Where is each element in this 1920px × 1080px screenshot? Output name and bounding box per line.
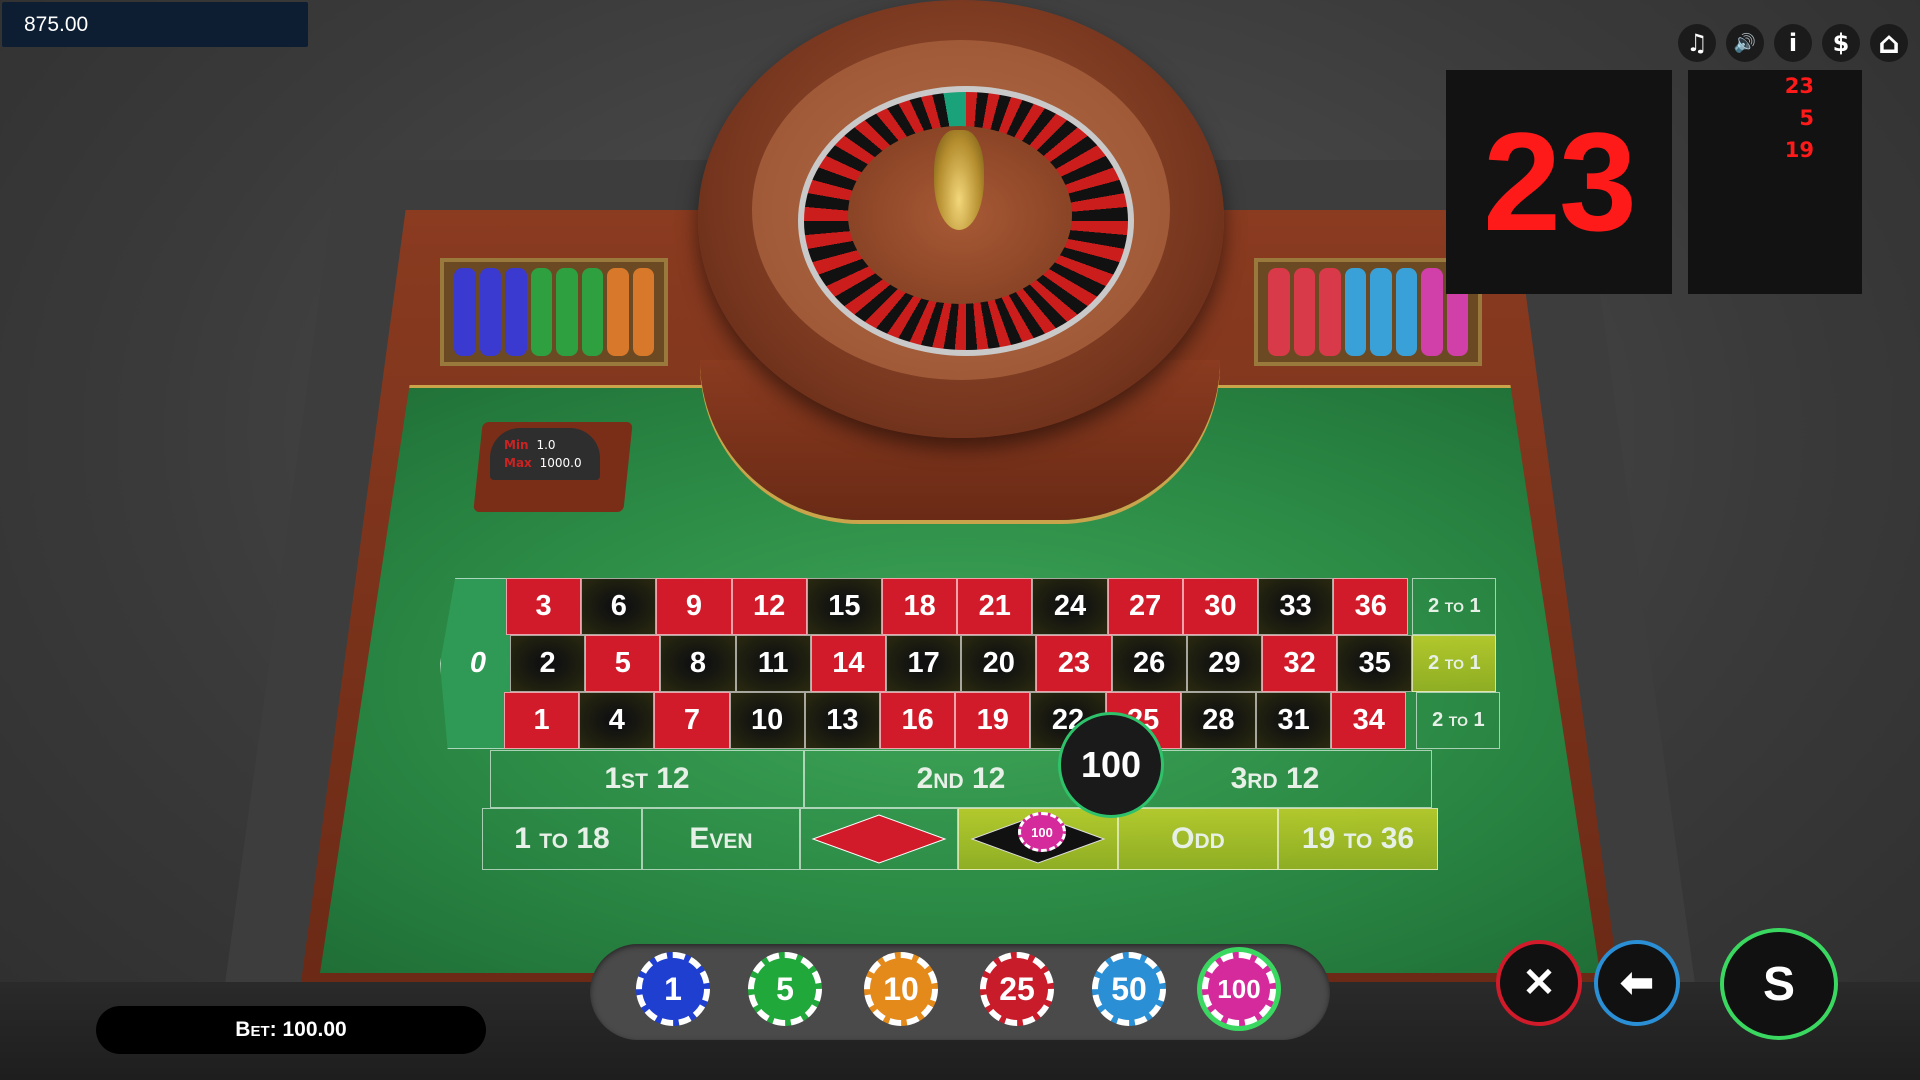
bet-total: Bet: 100.00 <box>96 1006 486 1054</box>
chip-10[interactable]: 10 <box>864 952 938 1026</box>
result-history: 23 5 19 <box>1688 70 1862 294</box>
number-cell-21[interactable]: 21 <box>957 578 1033 635</box>
number-cell-32[interactable]: 32 <box>1262 635 1338 692</box>
column-bet-1[interactable]: 2 to 1 <box>1412 578 1497 635</box>
max-value: 1000.0 <box>539 456 582 470</box>
number-cell-12[interactable]: 12 <box>731 578 807 635</box>
number-cell-7[interactable]: 7 <box>654 692 730 749</box>
red-diamond-icon <box>811 814 947 864</box>
number-cell-5[interactable]: 5 <box>585 635 661 692</box>
number-cell-24[interactable]: 24 <box>1032 578 1108 635</box>
even-bet[interactable]: Even <box>642 808 800 870</box>
max-label: Max <box>504 456 532 470</box>
number-cell-9[interactable]: 9 <box>656 578 732 635</box>
number-cell-6[interactable]: 6 <box>581 578 657 635</box>
number-cell-11[interactable]: 11 <box>735 635 811 692</box>
undo-button[interactable]: ⬅ <box>1594 940 1680 1026</box>
chip-50[interactable]: 50 <box>1092 952 1166 1026</box>
close-icon: ✕ <box>1522 961 1556 1005</box>
number-cell-18[interactable]: 18 <box>882 578 958 635</box>
number-cell-19[interactable]: 19 <box>955 692 1031 749</box>
min-value: 1.0 <box>536 438 556 452</box>
number-cell-26[interactable]: 26 <box>1111 635 1187 692</box>
sound-icon[interactable]: 🔊 <box>1726 24 1764 62</box>
number-cell-23[interactable]: 23 <box>1036 635 1112 692</box>
number-cell-20[interactable]: 20 <box>961 635 1037 692</box>
placed-bet-chip[interactable]: 100 <box>1058 712 1164 818</box>
number-cell-2[interactable]: 2 <box>510 635 586 692</box>
min-label: Min <box>504 438 529 452</box>
dollar-icon[interactable]: $ <box>1822 24 1860 62</box>
history-item: 5 <box>1799 106 1814 130</box>
number-cell-1[interactable]: 1 <box>504 692 580 749</box>
number-cell-34[interactable]: 34 <box>1331 692 1407 749</box>
home-icon[interactable]: ⌂ <box>1870 24 1908 62</box>
high-bet[interactable]: 19 to 36 <box>1278 808 1438 870</box>
music-icon[interactable]: ♫ <box>1678 24 1716 62</box>
clear-bets-button[interactable]: ✕ <box>1496 940 1582 1026</box>
history-item: 19 <box>1784 138 1814 162</box>
arrow-left-icon: ⬅ <box>1620 961 1654 1005</box>
number-cell-15[interactable]: 15 <box>806 578 882 635</box>
number-cell-8[interactable]: 8 <box>660 635 736 692</box>
number-cell-29[interactable]: 29 <box>1186 635 1262 692</box>
top-toolbar: ♫ 🔊 i $ ⌂ <box>1678 24 1908 62</box>
number-cell-30[interactable]: 30 <box>1182 578 1258 635</box>
number-cell-4[interactable]: 4 <box>579 692 655 749</box>
number-cell-14[interactable]: 14 <box>810 635 886 692</box>
number-cell-27[interactable]: 27 <box>1107 578 1183 635</box>
limits-display: Min 1.0 Max 1000.0 <box>490 428 600 480</box>
bet-value: 100.00 <box>282 1018 347 1041</box>
spin-button[interactable]: S <box>1720 928 1838 1040</box>
number-cell-36[interactable]: 36 <box>1333 578 1409 635</box>
history-item: 23 <box>1784 74 1814 98</box>
odd-bet[interactable]: Odd <box>1118 808 1278 870</box>
column-bet-3[interactable]: 2 to 1 <box>1416 692 1501 749</box>
number-cell-3[interactable]: 3 <box>506 578 582 635</box>
chip-25[interactable]: 25 <box>980 952 1054 1026</box>
number-cell-10[interactable]: 10 <box>729 692 805 749</box>
chip-100[interactable]: 100 <box>1202 952 1276 1026</box>
number-cell-28[interactable]: 28 <box>1180 692 1256 749</box>
low-bet[interactable]: 1 to 18 <box>482 808 642 870</box>
number-cell-31[interactable]: 31 <box>1256 692 1332 749</box>
chip-5[interactable]: 5 <box>748 952 822 1026</box>
last-result: 23 <box>1446 70 1672 294</box>
info-icon[interactable]: i <box>1774 24 1812 62</box>
bet-label: Bet: <box>235 1018 277 1041</box>
dozen-bet-3[interactable]: 3rd 12 <box>1118 750 1432 808</box>
spin-label: S <box>1762 957 1795 1011</box>
number-cell-35[interactable]: 35 <box>1337 635 1413 692</box>
red-bet[interactable] <box>800 808 958 870</box>
dozen-bet-1[interactable]: 1st 12 <box>490 750 804 808</box>
number-cell-13[interactable]: 13 <box>804 692 880 749</box>
wheel-spindle <box>934 130 984 230</box>
number-cell-33[interactable]: 33 <box>1258 578 1334 635</box>
number-cell-17[interactable]: 17 <box>886 635 962 692</box>
chip-rack-left <box>440 258 668 366</box>
column-bet-2[interactable]: 2 to 1 <box>1412 635 1497 692</box>
number-cell-16[interactable]: 16 <box>880 692 956 749</box>
chip-1[interactable]: 1 <box>636 952 710 1026</box>
bet-spot-chip[interactable]: 100 <box>1018 812 1066 852</box>
balance-display: 875.00 <box>2 2 308 47</box>
